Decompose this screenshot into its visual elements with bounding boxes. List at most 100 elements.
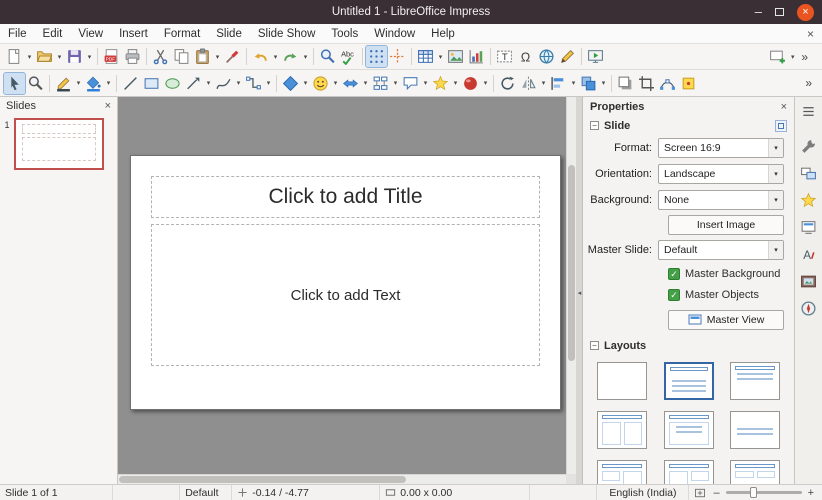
layout-title-content-and-2content[interactable]	[664, 460, 714, 484]
master-slide-select[interactable]: Default ▾	[658, 240, 784, 260]
master-objects-checkbox[interactable]: ✓ Master Objects	[583, 284, 794, 305]
fit-slide-button[interactable]	[689, 485, 711, 500]
layout-blank[interactable]	[597, 362, 647, 400]
print-icon[interactable]	[122, 46, 143, 67]
dropdown-arrow-icon[interactable]: ▾	[213, 53, 222, 61]
dropdown-arrow-icon[interactable]: ▾	[481, 79, 490, 87]
splitter-handle-icon[interactable]: ◂	[576, 275, 583, 311]
master-slides-tab-icon[interactable]	[798, 217, 819, 238]
slides-panel-close-button[interactable]: ×	[105, 100, 111, 112]
layout-title-slide[interactable]	[664, 362, 714, 400]
paste-icon[interactable]	[192, 46, 213, 67]
rectangle-icon[interactable]	[141, 73, 162, 94]
new-slide-icon[interactable]	[767, 46, 788, 67]
open-icon[interactable]	[34, 46, 55, 67]
connectors-icon[interactable]	[243, 73, 264, 94]
copy-icon[interactable]	[171, 46, 192, 67]
curves-and-polygons-icon[interactable]	[213, 73, 234, 94]
more-options-button[interactable]	[775, 120, 787, 132]
dropdown-arrow-icon[interactable]: ▾	[569, 79, 578, 87]
sidebar-settings-icon[interactable]	[798, 101, 819, 122]
dropdown-arrow-icon[interactable]: ▾	[85, 53, 94, 61]
cut-icon[interactable]	[150, 46, 171, 67]
insert-image-button[interactable]: Insert Image	[668, 215, 784, 235]
close-document-button[interactable]: ×	[799, 27, 822, 41]
dropdown-arrow-icon[interactable]: ▾	[264, 79, 273, 87]
dropdown-arrow-icon[interactable]: ▾	[104, 79, 113, 87]
menu-help[interactable]: Help	[423, 24, 463, 43]
collapse-icon[interactable]: −	[590, 341, 599, 350]
horizontal-scrollbar[interactable]	[118, 474, 566, 484]
zoom-icon[interactable]	[25, 73, 46, 94]
layout-title-content[interactable]	[730, 362, 780, 400]
minimize-button[interactable]: –	[755, 7, 762, 17]
fill-color-icon[interactable]	[83, 73, 104, 94]
language-selector[interactable]: English (India)	[597, 485, 689, 500]
display-grid-icon[interactable]	[366, 46, 387, 67]
dropdown-arrow-icon[interactable]: ▾	[361, 79, 370, 87]
dropdown-arrow-icon[interactable]: ▾	[788, 53, 797, 61]
dropdown-arrow-icon[interactable]: ▾	[599, 79, 608, 87]
ellipse-icon[interactable]	[162, 73, 183, 94]
menu-format[interactable]: Format	[156, 24, 208, 43]
vertical-scrollbar[interactable]	[566, 97, 576, 474]
flowchart-icon[interactable]	[370, 73, 391, 94]
dropdown-arrow-icon[interactable]: ▾	[271, 53, 280, 61]
dropdown-arrow-icon[interactable]: ▾	[74, 79, 83, 87]
dropdown-arrow-icon[interactable]: ▾	[421, 79, 430, 87]
select-tool-icon[interactable]	[4, 73, 25, 94]
menu-insert[interactable]: Insert	[111, 24, 156, 43]
orientation-select[interactable]: Landscape ▾	[658, 164, 784, 184]
glue-points-icon[interactable]	[678, 73, 699, 94]
menu-tools[interactable]: Tools	[323, 24, 366, 43]
dropdown-arrow-icon[interactable]: ▾	[234, 79, 243, 87]
layout-title-2content-and-content[interactable]	[597, 460, 647, 484]
menu-file[interactable]: File	[0, 24, 35, 43]
points-icon[interactable]	[657, 73, 678, 94]
basic-shapes-icon[interactable]	[280, 73, 301, 94]
lines-and-arrows-icon[interactable]	[183, 73, 204, 94]
properties-tab-icon[interactable]	[798, 136, 819, 157]
insert-special-character-icon[interactable]: Ω	[515, 46, 536, 67]
layout-title-and-2-content[interactable]	[597, 411, 647, 449]
styles-tab-icon[interactable]: A	[798, 244, 819, 265]
insert-hyperlink-icon[interactable]	[536, 46, 557, 67]
animation-tab-icon[interactable]	[798, 190, 819, 211]
master-view-button[interactable]: Master View	[668, 310, 784, 330]
dropdown-arrow-icon[interactable]: ▾	[331, 79, 340, 87]
layout-title-only[interactable]	[664, 411, 714, 449]
insert-chart-icon[interactable]	[466, 46, 487, 67]
start-from-first-slide-icon[interactable]	[585, 46, 606, 67]
gallery-tab-icon[interactable]	[798, 271, 819, 292]
menu-slide[interactable]: Slide	[208, 24, 250, 43]
background-select[interactable]: None ▾	[658, 190, 784, 210]
navigator-tab-icon[interactable]	[798, 298, 819, 319]
toolbar-overflow-button[interactable]: »	[801, 76, 816, 90]
spelling-icon[interactable]: Abc	[338, 46, 359, 67]
slide-transition-tab-icon[interactable]	[798, 163, 819, 184]
find-replace-icon[interactable]	[317, 46, 338, 67]
slide-canvas[interactable]: Click to add Title Click to add Text	[130, 155, 561, 410]
undo-icon[interactable]	[250, 46, 271, 67]
stars-and-banners-icon[interactable]	[430, 73, 451, 94]
title-placeholder[interactable]: Click to add Title	[151, 176, 540, 218]
layout-centered-text[interactable]	[730, 411, 780, 449]
body-placeholder[interactable]: Click to add Text	[151, 224, 540, 366]
slide-thumbnail[interactable]	[14, 118, 104, 170]
layout-title-2content-over-content[interactable]	[730, 460, 780, 484]
new-document-icon[interactable]	[4, 46, 25, 67]
zoom-in-button[interactable]: +	[806, 487, 816, 499]
insert-line-icon[interactable]	[120, 73, 141, 94]
master-background-checkbox[interactable]: ✓ Master Background	[583, 263, 794, 284]
symbol-shapes-icon[interactable]	[310, 73, 331, 94]
clone-formatting-icon[interactable]	[222, 46, 243, 67]
export-pdf-icon[interactable]: PDF	[101, 46, 122, 67]
rotate-icon[interactable]	[497, 73, 518, 94]
dropdown-arrow-icon[interactable]: ▾	[301, 53, 310, 61]
collapse-icon[interactable]: −	[590, 121, 599, 130]
menu-window[interactable]: Window	[366, 24, 423, 43]
format-select[interactable]: Screen 16:9 ▾	[658, 138, 784, 158]
vertical-scrollbar-thumb[interactable]	[568, 165, 575, 361]
block-arrows-icon[interactable]	[340, 73, 361, 94]
properties-panel-close-button[interactable]: ×	[781, 101, 787, 113]
